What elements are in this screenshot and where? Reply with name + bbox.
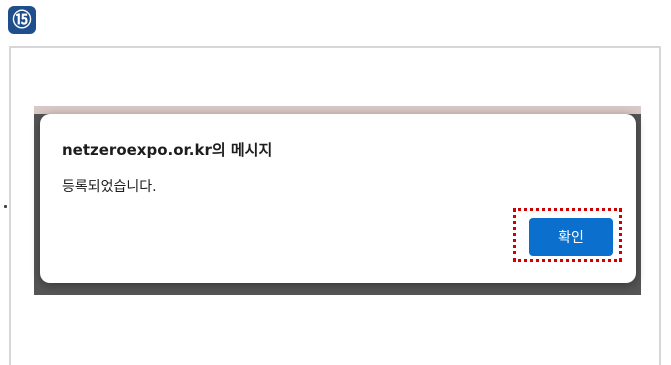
dialog-message: 등록되었습니다. <box>62 179 157 195</box>
browser-page-strip <box>34 106 641 114</box>
frame-marker <box>4 205 7 208</box>
ok-button[interactable]: 확인 <box>529 218 613 256</box>
dialog-title: netzeroexpo.or.kr의 메시지 <box>62 141 273 159</box>
screenshot-page: ⑮ netzeroexpo.or.kr의 메시지 등록되었습니다. 확인 <box>0 0 671 365</box>
alert-dialog: netzeroexpo.or.kr의 메시지 등록되었습니다. 확인 <box>40 114 636 283</box>
step-number-badge: ⑮ <box>8 6 36 34</box>
